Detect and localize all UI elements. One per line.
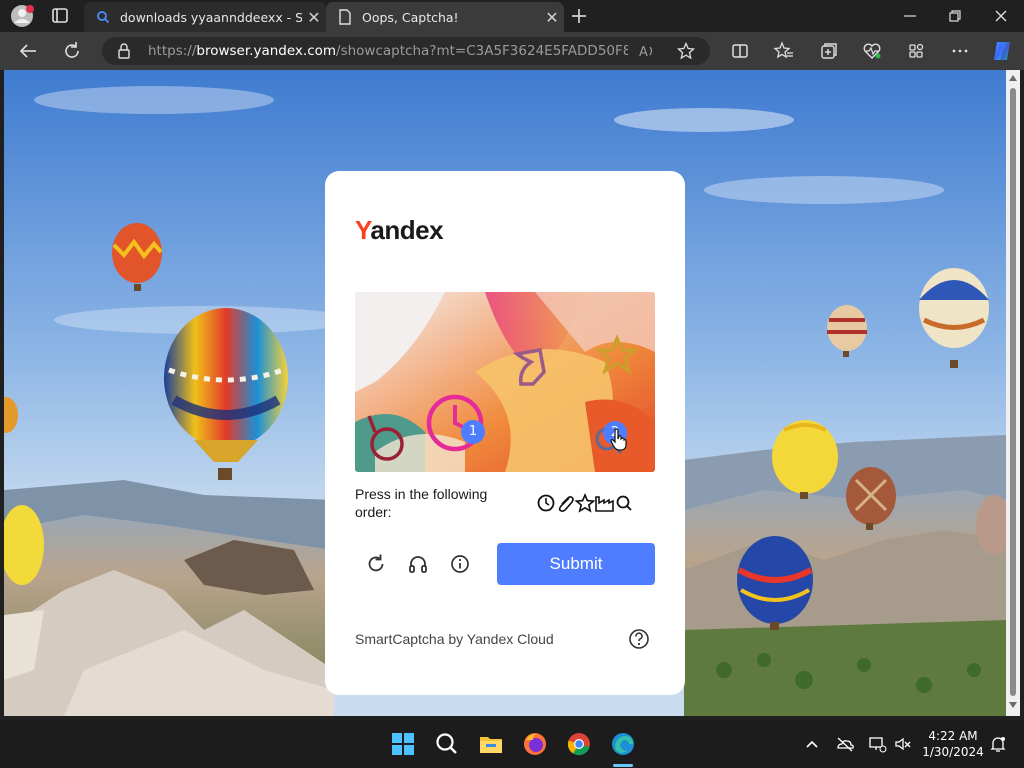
yandex-logo: Yandex (355, 215, 444, 246)
copilot-icon[interactable] (990, 39, 1014, 63)
page-favicon-icon (336, 8, 354, 26)
help-question-icon[interactable] (628, 628, 650, 650)
captcha-instruction: Press in the following order: (355, 486, 488, 520)
extensions-icon[interactable] (904, 39, 928, 63)
paperclip-icon (558, 496, 574, 512)
new-tab-plus-icon[interactable] (566, 4, 592, 28)
tab-captcha[interactable]: Oops, Captcha! ✕ (326, 2, 564, 32)
tab-actions-icon[interactable] (48, 5, 72, 27)
windows-start-icon[interactable] (389, 730, 417, 758)
favorites-icon[interactable] (772, 39, 796, 63)
chrome-icon[interactable] (565, 730, 593, 758)
refresh-icon[interactable] (60, 39, 84, 63)
hand-cursor-icon (609, 428, 629, 452)
screen: downloads yyaannddeexx - Sear ✕ Oops, Ca… (0, 0, 1024, 768)
tab-close-icon[interactable]: ✕ (540, 8, 564, 27)
minimize-icon[interactable] (898, 4, 922, 28)
show-hidden-icons-chevron-icon[interactable] (802, 734, 822, 754)
back-arrow-icon[interactable] (16, 39, 40, 63)
file-explorer-icon[interactable] (477, 730, 505, 758)
browser-tab-bar: downloads yyaannddeexx - Sear ✕ Oops, Ca… (0, 0, 1024, 32)
address-bar[interactable]: https://browser.yandex.com/showcaptcha?m… (102, 37, 710, 65)
captcha-image[interactable]: 1 2 (355, 292, 655, 472)
url-text[interactable]: https://browser.yandex.com/showcaptcha?m… (148, 43, 628, 59)
network-icon[interactable] (867, 734, 887, 754)
svg-text:A: A (639, 45, 648, 60)
url-host: browser.yandex.com (196, 43, 337, 59)
restore-icon[interactable] (943, 4, 967, 28)
clock-date: 1/30/2024 (922, 745, 984, 759)
url-prefix: https:// (148, 43, 197, 59)
close-window-icon[interactable] (989, 4, 1013, 28)
star-icon (574, 492, 596, 513)
onedrive-offline-icon[interactable] (835, 734, 855, 754)
volume-muted-icon[interactable] (893, 734, 913, 754)
split-screen-icon[interactable] (728, 39, 752, 63)
browser-toolbar: https://browser.yandex.com/showcaptcha?m… (0, 32, 1024, 70)
reload-captcha-icon[interactable] (363, 551, 389, 577)
scroll-down-arrow-icon[interactable] (1009, 702, 1017, 708)
smartcaptcha-footer: SmartCaptcha by Yandex Cloud (355, 631, 554, 647)
browser-essentials-icon[interactable] (860, 39, 884, 63)
info-icon[interactable] (447, 551, 473, 577)
system-clock[interactable]: 4:22 AM 1/30/2024 (918, 728, 988, 760)
tab-title: Oops, Captcha! (362, 9, 459, 25)
active-app-indicator (613, 764, 633, 767)
more-options-icon[interactable] (948, 39, 972, 63)
collections-icon[interactable] (816, 39, 840, 63)
notifications-icon[interactable] (988, 734, 1008, 754)
order-icon-sequence (537, 492, 637, 513)
search-icon[interactable] (433, 730, 461, 758)
captcha-card: Yandex 1 Press in the following order: S… (325, 171, 685, 695)
submit-button[interactable]: Submit (497, 543, 655, 585)
audio-captcha-headphones-icon[interactable] (405, 551, 431, 577)
url-path: /showcaptcha?mt=C3A5F3624E5FADD50F8850..… (336, 43, 628, 59)
clock-icon (537, 494, 555, 512)
page-scrollbar[interactable] (1006, 70, 1020, 716)
windows-taskbar: 4:22 AM 1/30/2024 (0, 720, 1024, 768)
scrollbar-thumb[interactable] (1010, 88, 1016, 696)
tab-search[interactable]: downloads yyaannddeexx - Sear ✕ (84, 2, 326, 32)
click-order-badge: 1 (461, 420, 485, 444)
tab-close-icon[interactable]: ✕ (302, 8, 326, 27)
lock-icon[interactable] (116, 42, 132, 60)
logo-rest: andex (370, 215, 444, 245)
logo-letter-y: Y (355, 215, 371, 245)
search-favicon-icon (94, 8, 112, 26)
factory-icon (595, 496, 614, 512)
magnifier-icon (616, 495, 632, 511)
tab-title: downloads yyaannddeexx - Sear (120, 9, 302, 25)
firefox-icon[interactable] (521, 730, 549, 758)
profile-avatar-icon[interactable] (9, 4, 35, 28)
clock-time: 4:22 AM (928, 729, 978, 743)
read-aloud-icon[interactable]: A (638, 42, 656, 64)
scroll-up-arrow-icon[interactable] (1009, 75, 1017, 81)
favorite-star-icon[interactable] (676, 41, 696, 64)
edge-icon[interactable] (609, 730, 637, 758)
